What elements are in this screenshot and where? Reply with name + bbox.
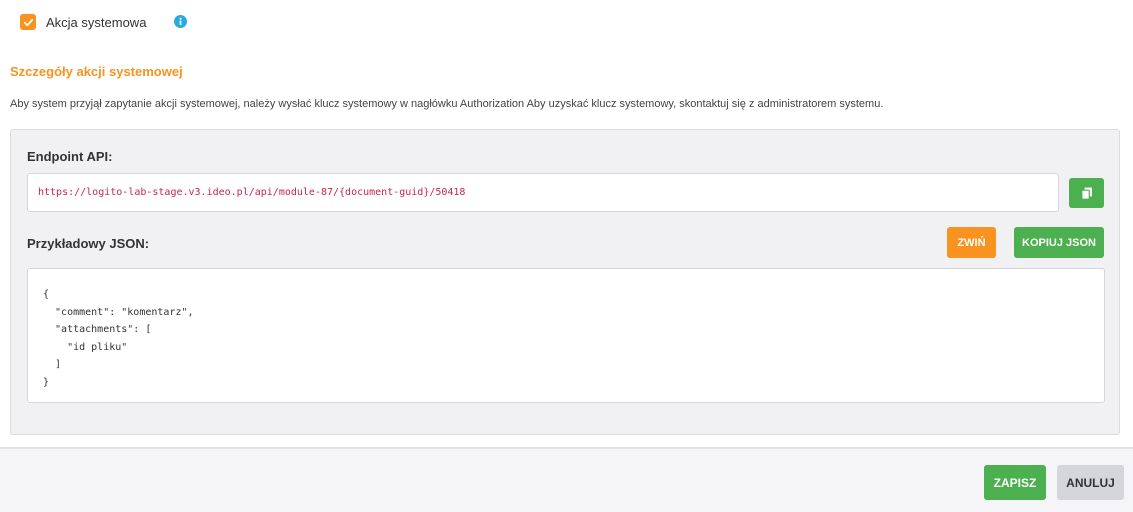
info-icon[interactable] bbox=[174, 15, 187, 28]
copy-endpoint-button[interactable] bbox=[1069, 178, 1104, 208]
collapse-button[interactable]: ZWIŃ bbox=[947, 227, 996, 258]
json-example-code[interactable]: { "comment": "komentarz", "attachments":… bbox=[27, 268, 1105, 403]
code-line: "comment": "komentarz", bbox=[43, 306, 194, 318]
cancel-button[interactable]: ANULUJ bbox=[1057, 465, 1124, 500]
code-line: ] bbox=[43, 359, 62, 370]
code-line: "id pliku" bbox=[43, 341, 128, 353]
code-line: } bbox=[43, 376, 50, 388]
api-details-panel: Endpoint API: https://logito-lab-stage.v… bbox=[10, 129, 1120, 435]
save-button[interactable]: ZAPISZ bbox=[984, 465, 1046, 500]
copy-json-button[interactable]: KOPIUJ JSON bbox=[1014, 227, 1104, 258]
form-footer: ZAPISZ ANULUJ bbox=[0, 449, 1133, 512]
json-example-label: Przykładowy JSON: bbox=[27, 236, 150, 251]
system-action-checkbox-row[interactable]: Akcja systemowa bbox=[20, 12, 146, 32]
check-icon bbox=[23, 18, 33, 26]
system-action-label: Akcja systemowa bbox=[46, 14, 147, 30]
code-line: { bbox=[43, 289, 50, 300]
system-action-checkbox[interactable] bbox=[20, 14, 36, 30]
code-line: "attachments": [ bbox=[43, 324, 152, 335]
system-action-description: Aby system przyjął zapytanie akcji syste… bbox=[10, 98, 884, 110]
section-title: Szczegóły akcji systemowej bbox=[10, 64, 183, 79]
system-action-form: Akcja systemowa Szczegóły akcji systemow… bbox=[0, 0, 1133, 512]
copy-icon bbox=[1080, 187, 1092, 200]
endpoint-label: Endpoint API: bbox=[27, 149, 113, 164]
endpoint-url-field[interactable]: https://logito-lab-stage.v3.ideo.pl/api/… bbox=[27, 173, 1059, 212]
